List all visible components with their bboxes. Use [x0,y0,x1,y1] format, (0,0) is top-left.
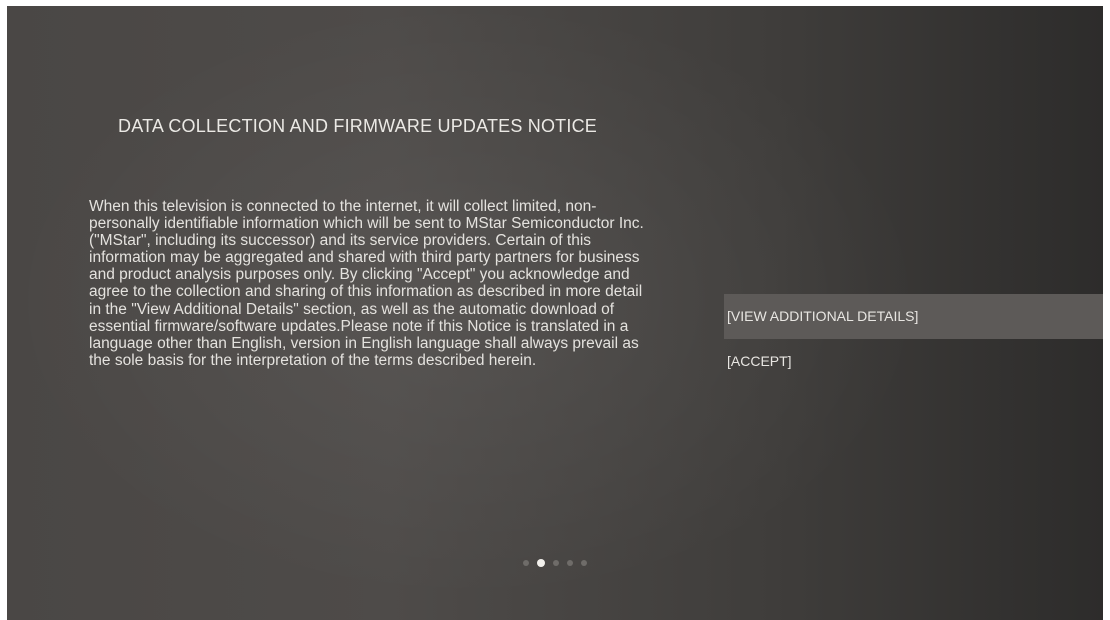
notice-title: DATA COLLECTION AND FIRMWARE UPDATES NOT… [118,116,597,136]
page-dot-active [537,559,545,567]
page-indicator [521,559,589,567]
page-dot [553,560,559,566]
notice-body-text: When this television is connected to the… [89,198,644,369]
view-additional-details-button[interactable]: [VIEW ADDITIONAL DETAILS] [724,294,1103,339]
tv-setup-screen: DATA COLLECTION AND FIRMWARE UPDATES NOT… [7,6,1103,620]
accept-button[interactable]: [ACCEPT] [724,339,1103,384]
page-dot [523,560,529,566]
page-dot [581,560,587,566]
action-menu: [VIEW ADDITIONAL DETAILS] [ACCEPT] [724,294,1103,384]
page-dot [567,560,573,566]
